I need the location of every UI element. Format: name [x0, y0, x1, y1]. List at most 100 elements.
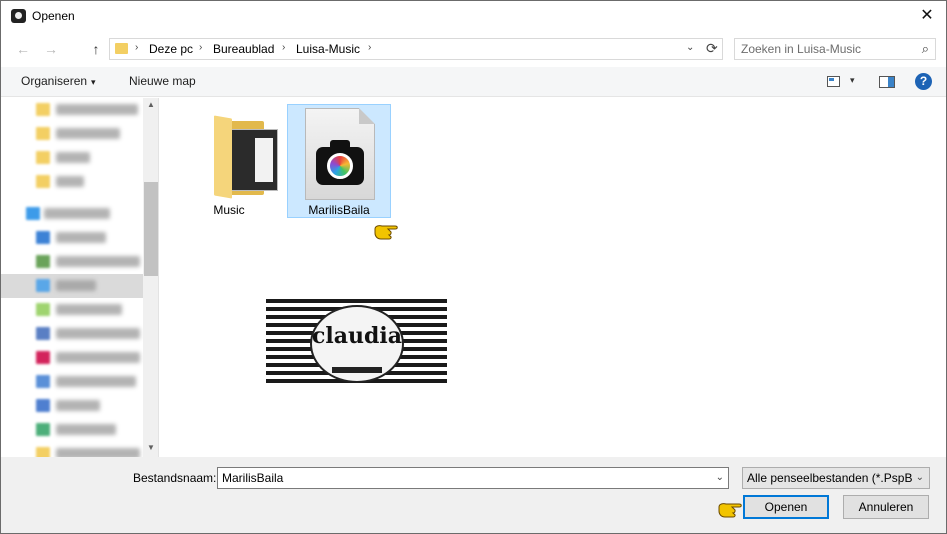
search-icon[interactable]: ⌕	[922, 41, 929, 57]
organize-button[interactable]: Organiseren ▾	[21, 74, 96, 88]
desktop-icon	[36, 231, 50, 244]
camera-lens	[327, 153, 353, 179]
scroll-thumb[interactable]	[144, 182, 158, 276]
tree-item-label	[56, 328, 140, 339]
breadcrumb-deze-pc[interactable]: Deze pc	[149, 42, 193, 56]
tree-item-label	[56, 400, 100, 411]
filetype-value: Alle penseelbestanden (*.PspBr	[747, 471, 913, 485]
folder-icon	[36, 127, 50, 140]
breadcrumb-luisa-music[interactable]: Luisa-Music	[296, 42, 360, 56]
file-item-label: Music	[213, 203, 245, 217]
pc-icon	[26, 207, 40, 220]
breadcrumb-separator[interactable]: ›	[368, 42, 371, 53]
scroll-up-icon[interactable]: ▲	[143, 100, 158, 109]
tree-item[interactable]	[1, 322, 143, 346]
folder-icon	[115, 43, 128, 54]
open-button[interactable]: Openen	[743, 495, 829, 519]
file-item-label: MarilisBaila	[308, 203, 370, 217]
pointing-hand-icon	[718, 503, 742, 518]
up-arrow-icon[interactable]: ↑	[86, 39, 106, 59]
breadcrumb-separator[interactable]: ›	[135, 42, 138, 53]
preview-pane-icon[interactable]	[879, 76, 895, 88]
tree-item[interactable]	[1, 298, 143, 322]
breadcrumb-bureaublad[interactable]: Bureaublad	[213, 42, 274, 56]
drive-icon	[36, 399, 50, 412]
drive-icon	[36, 375, 50, 388]
folder-icon	[36, 151, 50, 164]
cancel-button[interactable]: Annuleren	[843, 495, 929, 519]
tree-item[interactable]	[1, 394, 143, 418]
navigation-pane: ▲ ▼	[1, 98, 159, 457]
tree-item-label	[56, 424, 116, 435]
navigation-bar: ← → ↑ › Deze pc › Bureaublad › Luisa-Mus…	[1, 34, 946, 64]
search-input[interactable]: Zoeken in Luisa-Music ⌕	[734, 38, 936, 60]
back-arrow-icon[interactable]: ←	[13, 39, 33, 59]
organize-label: Organiseren	[21, 74, 88, 88]
tree-item-label	[56, 128, 120, 139]
file-list[interactable]: Music MarilisBaila claudia	[160, 98, 946, 457]
chevron-down-icon[interactable]: ⌄	[686, 42, 694, 53]
folder-icon	[36, 175, 50, 188]
tree-item[interactable]	[1, 370, 143, 394]
chevron-down-icon[interactable]: ⌄	[716, 472, 724, 483]
tree-item[interactable]	[1, 346, 143, 370]
tree-item-selected[interactable]	[1, 274, 143, 298]
caret-down-icon: ▾	[91, 77, 96, 87]
folder-flap	[214, 115, 232, 199]
tree-item[interactable]	[1, 418, 143, 442]
page-fold	[359, 108, 375, 124]
breadcrumb-separator[interactable]: ›	[282, 42, 285, 53]
tree-item[interactable]	[1, 250, 143, 274]
open-file-dialog: Openen ✕ ← → ↑ › Deze pc › Bureaublad › …	[0, 0, 947, 534]
tree-item-label	[56, 232, 106, 243]
folder-icon	[36, 447, 50, 457]
claudia-watermark-logo: claudia	[266, 299, 447, 387]
pictures-icon	[36, 303, 50, 316]
chevron-down-icon[interactable]: ⌄	[916, 472, 924, 483]
tree-item-label	[44, 208, 110, 219]
filename-field[interactable]: MarilisBaila ⌄	[217, 467, 729, 489]
tree-item[interactable]	[1, 122, 143, 146]
tree-item[interactable]	[1, 226, 143, 250]
file-item-music[interactable]: Music	[177, 104, 281, 218]
tree-item[interactable]	[1, 98, 143, 122]
caret-down-icon[interactable]: ▾	[850, 75, 855, 86]
filename-label: Bestandsnaam:	[133, 471, 217, 485]
scroll-down-icon[interactable]: ▼	[143, 443, 158, 452]
tree-item-label	[56, 448, 140, 457]
close-button[interactable]: ✕	[912, 3, 942, 29]
logo-underline	[332, 367, 382, 373]
sidebar-scrollbar[interactable]: ▲ ▼	[143, 98, 158, 457]
filename-value[interactable]: MarilisBaila	[222, 471, 283, 485]
tree-item[interactable]	[1, 442, 143, 457]
network-icon	[36, 423, 50, 436]
tree-item[interactable]	[1, 202, 143, 226]
folder-preview-thumbnail	[226, 129, 278, 191]
pointing-hand-icon	[374, 225, 398, 240]
tree-item[interactable]	[1, 170, 143, 194]
filetype-select[interactable]: Alle penseelbestanden (*.PspBr ⌄	[742, 467, 930, 489]
forward-arrow-icon[interactable]: →	[41, 39, 61, 59]
command-toolbar: Organiseren ▾ Nieuwe map ▾ ?	[1, 67, 946, 97]
tree-item-label	[56, 304, 122, 315]
logo-text: claudia	[312, 323, 402, 349]
tree-item-label	[56, 352, 140, 363]
psp-file-icon	[305, 108, 375, 200]
documents-icon	[36, 255, 50, 268]
camera-app-icon	[11, 9, 26, 23]
drive-icon	[36, 327, 50, 340]
tree-item-label	[56, 280, 96, 291]
help-icon[interactable]: ?	[915, 73, 932, 90]
view-options-icon[interactable]	[827, 76, 840, 87]
tree-item-label	[56, 176, 84, 187]
tree-item[interactable]	[1, 146, 143, 170]
dialog-footer: Bestandsnaam: MarilisBaila ⌄ Alle pensee…	[1, 457, 946, 533]
tree-item-label	[56, 152, 90, 163]
address-bar[interactable]: › Deze pc › Bureaublad › Luisa-Music › ⌄…	[109, 38, 723, 60]
refresh-icon[interactable]: ⟳	[706, 40, 718, 57]
folder-icon	[36, 103, 50, 116]
file-item-marilisbaila[interactable]: MarilisBaila	[287, 104, 391, 218]
tree-item-label	[56, 376, 136, 387]
breadcrumb-separator[interactable]: ›	[199, 42, 202, 53]
new-folder-button[interactable]: Nieuwe map	[129, 74, 196, 88]
